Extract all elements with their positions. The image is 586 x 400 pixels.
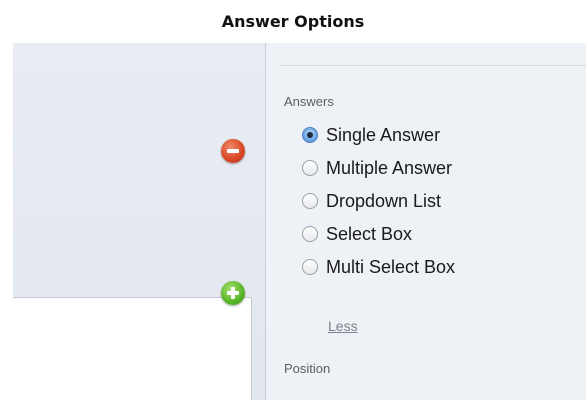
answer-type-single-answer[interactable]: Single Answer (302, 122, 440, 148)
position-section-label: Position (284, 361, 331, 376)
answer-type-multiple-answer[interactable]: Multiple Answer (302, 155, 452, 181)
options-panel: Answers Single Answer Multiple Answer Dr… (266, 43, 586, 400)
radio-button-selected[interactable] (302, 127, 318, 143)
add-answer-button[interactable] (221, 281, 245, 305)
answer-type-label: Multi Select Box (326, 256, 456, 277)
answers-section-label: Answers (284, 94, 334, 109)
radio-button[interactable] (302, 193, 318, 209)
radio-button[interactable] (302, 160, 318, 176)
plus-circle-icon-stroke (231, 287, 235, 299)
answer-type-dropdown-list[interactable]: Dropdown List (302, 188, 441, 214)
less-link[interactable]: Less (328, 318, 358, 334)
figure-caption: Answer Options (221, 12, 365, 31)
answer-type-select-box[interactable]: Select Box (302, 221, 412, 247)
panel-rule (280, 65, 586, 66)
answer-type-multi-select-box[interactable]: Multi Select Box (302, 254, 455, 280)
left-panel (13, 43, 265, 400)
answer-list-box (13, 297, 252, 400)
answer-type-label: Multiple Answer (326, 157, 453, 178)
answer-type-label: Dropdown List (326, 190, 442, 211)
minus-circle-icon (227, 149, 239, 153)
answer-type-label: Single Answer (326, 124, 441, 145)
answer-type-label: Select Box (326, 223, 413, 244)
answer-options-screenshot: Answers Single Answer Multiple Answer Dr… (13, 43, 586, 400)
radio-button[interactable] (302, 226, 318, 242)
radio-button[interactable] (302, 259, 318, 275)
remove-answer-button[interactable] (221, 139, 245, 163)
